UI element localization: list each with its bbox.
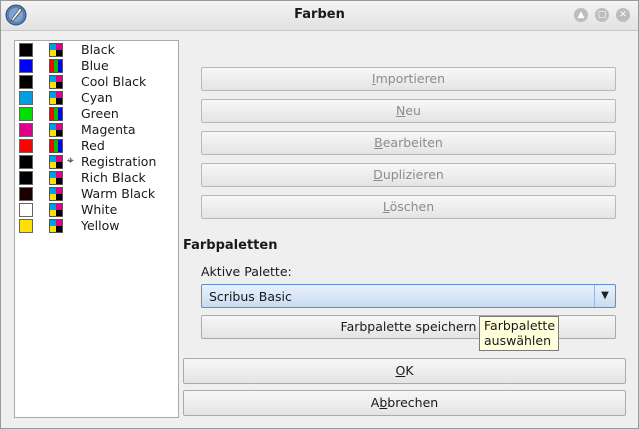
- color-swatch: [19, 59, 33, 73]
- color-name: Green: [81, 106, 119, 121]
- color-swatch: [19, 171, 33, 185]
- window-close-button[interactable]: ✕: [616, 8, 630, 22]
- color-list-item[interactable]: Cool Black: [15, 74, 178, 90]
- color-name: Magenta: [81, 122, 136, 137]
- rgb-model-icon: [49, 139, 63, 153]
- color-name: Registration: [81, 154, 157, 169]
- color-name: Red: [81, 138, 105, 153]
- color-list-item[interactable]: Red: [15, 138, 178, 154]
- cmyk-model-icon: [49, 123, 63, 137]
- cmyk-model-icon: [49, 203, 63, 217]
- color-swatch: [19, 43, 33, 57]
- window-maximize-button[interactable]: □: [595, 8, 609, 22]
- cmyk-model-icon: [49, 187, 63, 201]
- color-swatch: [19, 107, 33, 121]
- color-swatch: [19, 123, 33, 137]
- color-swatch: [19, 139, 33, 153]
- rgb-model-icon: [49, 59, 63, 73]
- color-list-item[interactable]: Cyan: [15, 90, 178, 106]
- color-name: Black: [81, 42, 115, 57]
- color-swatch: [19, 203, 33, 217]
- active-palette-select[interactable]: Scribus Basic ▼: [201, 284, 616, 308]
- rgb-model-icon: [49, 107, 63, 121]
- title-bar: Farben ▲ □ ✕: [1, 1, 638, 31]
- color-name: Rich Black: [81, 170, 146, 185]
- tooltip-line-2: auswählen: [484, 333, 551, 348]
- cmyk-model-icon: [49, 155, 63, 169]
- registration-mark-icon: ⌖: [67, 153, 74, 167]
- cmyk-model-icon: [49, 75, 63, 89]
- active-palette-label: Aktive Palette:: [201, 264, 292, 279]
- chevron-down-icon[interactable]: ▼: [594, 285, 615, 307]
- color-list-item[interactable]: Green: [15, 106, 178, 122]
- window-shade-button[interactable]: ▲: [574, 8, 588, 22]
- color-list-item[interactable]: Magenta: [15, 122, 178, 138]
- cmyk-model-icon: [49, 171, 63, 185]
- active-palette-value: Scribus Basic: [209, 289, 292, 304]
- color-name: White: [81, 202, 118, 217]
- color-name: Cool Black: [81, 74, 147, 89]
- color-swatch: [19, 75, 33, 89]
- color-swatch: [19, 187, 33, 201]
- palette-tooltip: Farbpalette auswählen: [479, 316, 559, 351]
- color-swatch: [19, 219, 33, 233]
- color-list-item[interactable]: White: [15, 202, 178, 218]
- color-list-item[interactable]: Blue: [15, 58, 178, 74]
- color-swatch: [19, 155, 33, 169]
- ok-button[interactable]: OK: [183, 358, 626, 384]
- edit-button[interactable]: Bearbeiten: [201, 131, 616, 155]
- farben-dialog: Farben ▲ □ ✕ Black Blue Cool Black Cyan Gree…: [0, 0, 639, 429]
- color-list-item[interactable]: Rich Black: [15, 170, 178, 186]
- color-name: Warm Black: [81, 186, 156, 201]
- color-name: Yellow: [81, 218, 120, 233]
- color-list-item[interactable]: ⌖ Registration: [15, 153, 178, 170]
- window-title: Farben: [294, 7, 345, 22]
- new-button[interactable]: Neu: [201, 99, 616, 123]
- color-list[interactable]: Black Blue Cool Black Cyan Green Magenta Red ⌖ R…: [14, 40, 179, 418]
- delete-button[interactable]: Löschen: [201, 195, 616, 219]
- color-name: Cyan: [81, 90, 113, 105]
- color-list-item[interactable]: Black: [15, 42, 178, 58]
- color-swatch: [19, 91, 33, 105]
- color-list-item[interactable]: Warm Black: [15, 186, 178, 202]
- duplicate-button[interactable]: Duplizieren: [201, 163, 616, 187]
- tooltip-line-1: Farbpalette: [484, 318, 556, 333]
- color-name: Blue: [81, 58, 109, 73]
- palettes-section-title: Farbpaletten: [183, 238, 278, 253]
- cmyk-model-icon: [49, 219, 63, 233]
- cancel-button[interactable]: Abbrechen: [183, 390, 626, 416]
- import-button[interactable]: Importieren: [201, 67, 616, 91]
- color-list-item[interactable]: Yellow: [15, 218, 178, 234]
- cmyk-model-icon: [49, 43, 63, 57]
- cmyk-model-icon: [49, 91, 63, 105]
